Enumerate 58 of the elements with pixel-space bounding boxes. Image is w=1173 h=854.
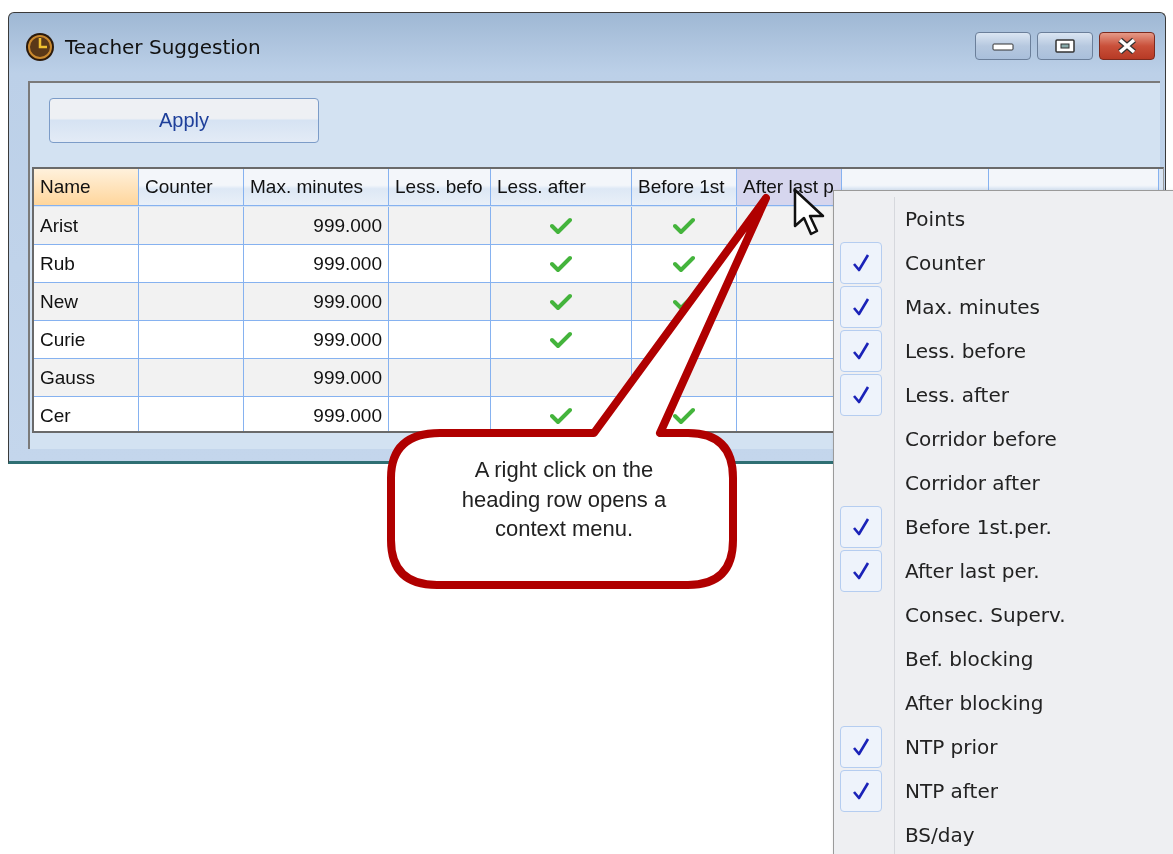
menu-item[interactable]: Corridor after <box>834 461 1173 505</box>
table-cell: Gauss <box>34 359 139 397</box>
column-header[interactable]: Max. minutes <box>244 169 389 206</box>
maximize-button[interactable] <box>1037 32 1093 60</box>
check-icon <box>852 297 870 317</box>
table-cell: Rub <box>34 245 139 283</box>
check-icon <box>852 341 870 361</box>
callout-text: A right click on the heading row opens a context menu. <box>460 456 668 544</box>
close-icon <box>1115 37 1139 55</box>
column-header[interactable]: Less. after <box>491 169 632 206</box>
menu-item[interactable]: Consec. Superv. <box>834 593 1173 637</box>
table-cell: 999.000 <box>244 321 389 359</box>
menu-item[interactable]: Before 1st.per. <box>834 505 1173 549</box>
table-cell: 999.000 <box>244 245 389 283</box>
check-icon <box>852 253 870 273</box>
window-title: Teacher Suggestion <box>65 35 262 59</box>
minimize-button[interactable] <box>975 32 1031 60</box>
check-icon <box>852 737 870 757</box>
check-icon <box>550 292 572 311</box>
menu-item[interactable]: Corridor before <box>834 417 1173 461</box>
clock-icon <box>25 32 55 62</box>
menu-item[interactable]: After last per. <box>834 549 1173 593</box>
maximize-icon <box>1054 38 1076 54</box>
menu-item[interactable]: Max. minutes <box>834 285 1173 329</box>
close-button[interactable] <box>1099 32 1155 60</box>
column-header[interactable]: Less. befo <box>389 169 491 206</box>
check-icon <box>550 330 572 349</box>
column-header[interactable]: Counter <box>139 169 244 206</box>
check-icon <box>673 254 695 273</box>
table-cell: 999.000 <box>244 207 389 245</box>
table-cell: 999.000 <box>244 283 389 321</box>
check-icon <box>550 254 572 273</box>
table-cell: 999.000 <box>244 397 389 431</box>
apply-button[interactable]: Apply <box>49 98 319 143</box>
check-icon <box>852 561 870 581</box>
table-cell: Arist <box>34 207 139 245</box>
menu-item[interactable]: Less. after <box>834 373 1173 417</box>
menu-item[interactable]: Bef. blocking <box>834 637 1173 681</box>
check-icon <box>550 406 572 425</box>
table-cell: 999.000 <box>244 359 389 397</box>
menu-item[interactable]: After blocking <box>834 681 1173 725</box>
menu-item[interactable]: Counter <box>834 241 1173 285</box>
minimize-icon <box>992 41 1014 51</box>
menu-item[interactable]: NTP prior <box>834 725 1173 769</box>
column-header[interactable]: Before 1st <box>632 169 737 206</box>
check-icon <box>852 517 870 537</box>
check-icon <box>852 385 870 405</box>
table-cell: Cer <box>34 397 139 431</box>
check-icon <box>852 781 870 801</box>
check-icon <box>550 216 572 235</box>
table-cell: New <box>34 283 139 321</box>
column-header[interactable]: Name <box>34 169 139 206</box>
menu-item[interactable]: Less. before <box>834 329 1173 373</box>
menu-item[interactable]: NTP after <box>834 769 1173 813</box>
table-cell: Curie <box>34 321 139 359</box>
check-icon <box>673 406 695 425</box>
menu-item[interactable]: BS/day <box>834 813 1173 854</box>
check-icon <box>673 216 695 235</box>
